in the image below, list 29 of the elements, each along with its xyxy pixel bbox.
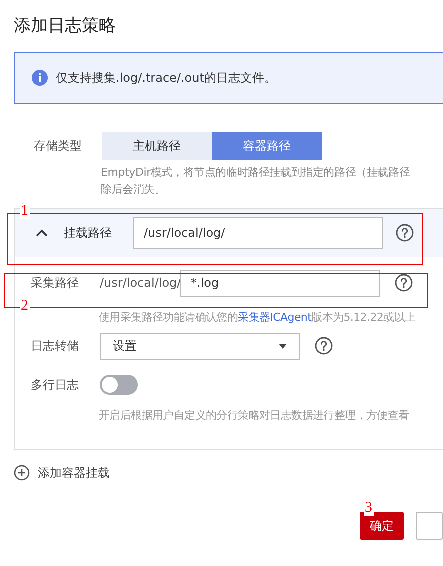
notice-text: 仅支持搜集.log/.trace/.out的日志文件。 [56,70,276,87]
multiline-hint: 开启后根据用户自定义的分行策略对日志数据进行整理，方便查看 [99,408,410,424]
storage-type-tab[interactable]: 主机路径 [102,132,212,160]
log-dump-select[interactable]: 设置 [100,332,300,360]
mount-path-input[interactable]: /usr/local/log/ [133,217,383,249]
add-mount-button[interactable]: 添加容器挂载 [14,464,110,482]
help-icon[interactable] [396,224,414,242]
help-icon[interactable] [395,274,413,292]
plus-circle-icon [14,465,30,481]
chevron-up-icon[interactable] [35,228,49,238]
help-icon[interactable] [315,337,333,355]
annotation-number: 3 [364,500,374,516]
page-title: 添加日志策略 [13,15,117,38]
field-label: 采集路径 [31,275,80,292]
storage-description: EmptyDir模式，将节点的临时路径挂载到指定的路径（挂载路径 除后会消失。 [101,165,412,198]
field-label: 存储类型 [34,138,83,155]
annotation-number: 1 [20,203,30,219]
field-label: 挂载路径 [64,225,113,242]
confirm-button[interactable]: 确定 [360,512,404,540]
multiline-toggle[interactable] [100,374,138,394]
info-icon [32,70,48,86]
field-label: 日志转储 [31,338,80,355]
collect-path-hint: 使用采集路径功能请确认您的采集器ICAgent版本为5.12.22或以上 [99,310,417,326]
agent-link[interactable]: 采集器ICAgent [238,311,312,324]
storage-type-tab[interactable]: 容器路径 [212,132,322,160]
collect-path-input[interactable]: *.log [180,270,380,296]
dropdown-caret-icon [279,344,287,348]
field-label: 多行日志 [31,376,80,394]
path-prefix: /usr/local/log/ [100,275,180,292]
